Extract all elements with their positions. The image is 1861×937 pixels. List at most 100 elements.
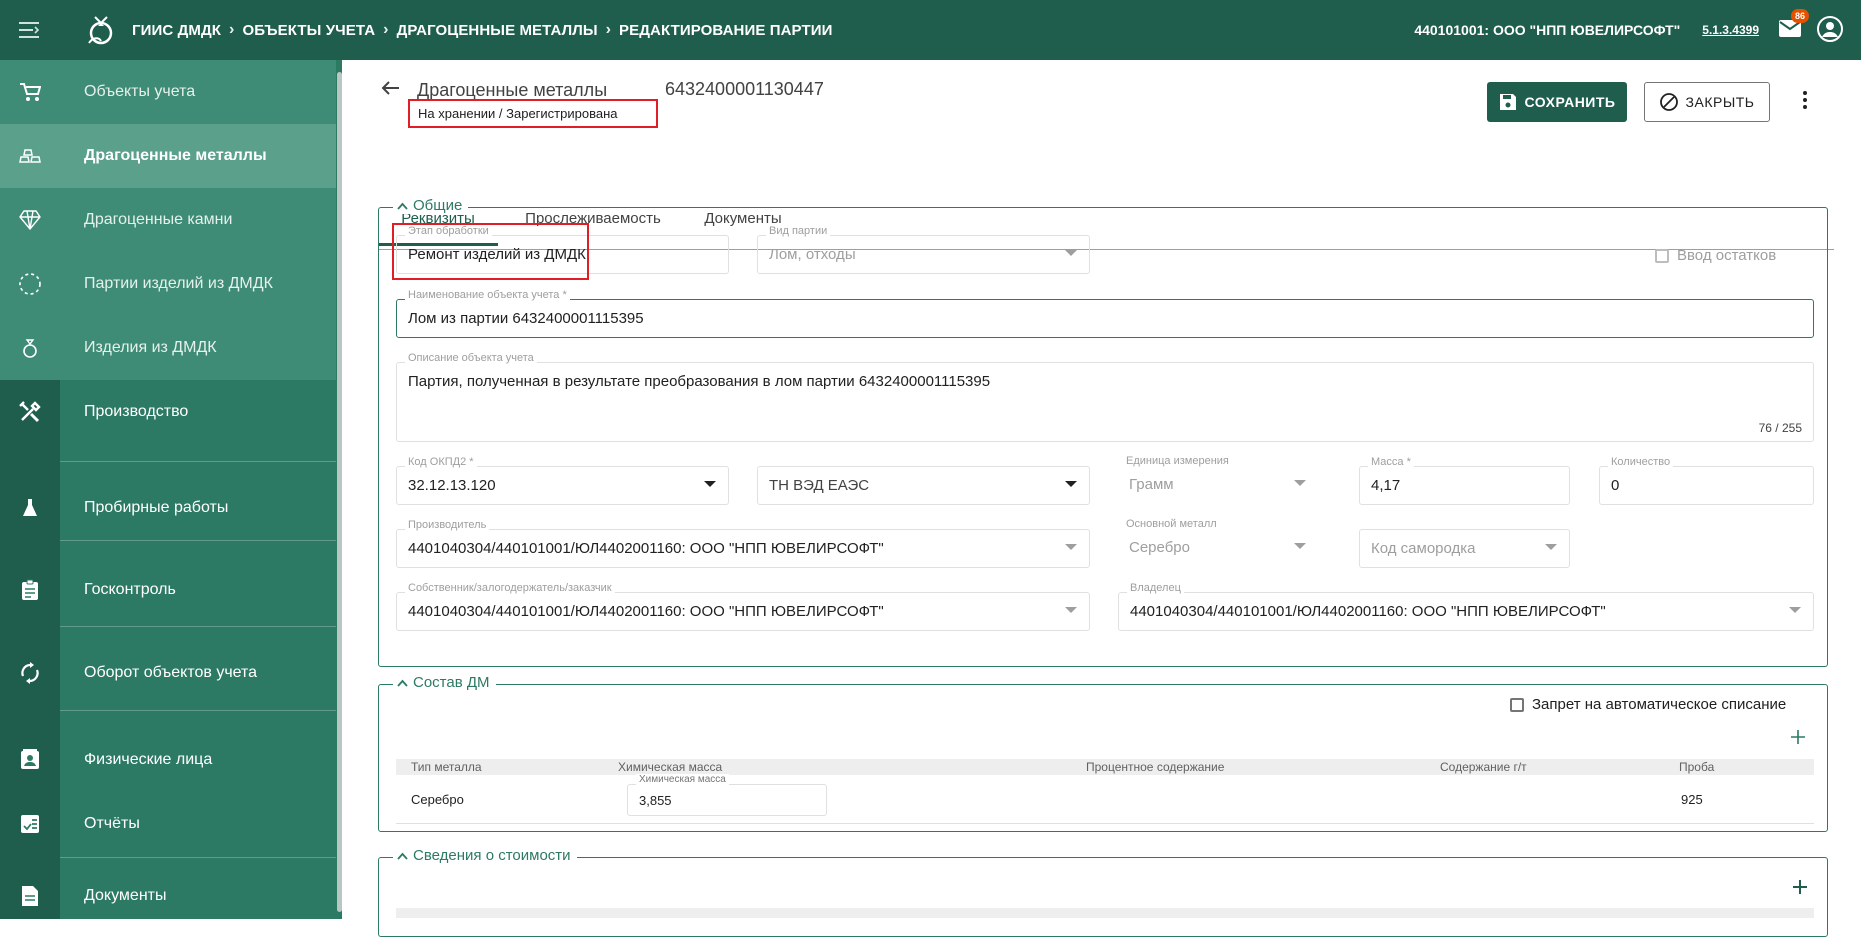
mass-value: 4,17 (1371, 477, 1401, 494)
menu-toggle-icon[interactable] (0, 0, 60, 60)
mass-field[interactable]: Масса * 4,17 (1359, 456, 1570, 505)
sidebar-item-individuals[interactable]: Физические лица (0, 720, 336, 800)
owner-select[interactable]: Собственник/залогодержатель/заказчик 440… (396, 582, 1090, 631)
tools-icon (0, 401, 60, 423)
chevron-right-icon: › (229, 21, 235, 38)
dashed-circle-icon (0, 272, 60, 296)
holder-value: 4401040304/440101001/ЮЛ4402001160: ООО "… (1130, 603, 1606, 620)
close-button-label: ЗАКРЫТЬ (1685, 94, 1755, 110)
more-vert-icon[interactable] (1802, 90, 1808, 115)
batch-type-label: Вид партии (766, 225, 831, 237)
sidebar-item-label: Партии изделий из ДМДК (84, 275, 273, 292)
sidebar-item-label: Оборот объектов учета (84, 664, 258, 681)
okpd2-value: 32.12.13.120 (408, 477, 496, 494)
breadcrumb-app[interactable]: ГИИС ДМДК (132, 22, 221, 39)
sidebar-item-precious-metals[interactable]: Драгоценные металлы (0, 124, 336, 188)
unit-select[interactable]: Единица измерения Грамм (1118, 455, 1318, 505)
cost-table-header (396, 908, 1814, 918)
flask-icon (0, 498, 60, 518)
sidebar-item-items[interactable]: Изделия из ДМДК (0, 316, 336, 380)
nugget-code-select[interactable]: Код самородка (1359, 529, 1570, 568)
main-metal-select[interactable]: Основной металл Серебро (1118, 518, 1318, 568)
object-name-field[interactable]: Наименование объекта учета * Лом из парт… (396, 289, 1814, 338)
sidebar-item-production[interactable]: Производство (0, 380, 336, 444)
version-link[interactable]: 5.1.3.4399 (1702, 23, 1759, 37)
probe-cell: 925 (1681, 792, 1703, 807)
general-section-toggle[interactable]: Общие (393, 197, 469, 214)
mail-button[interactable]: 86 (1779, 9, 1809, 40)
manufacturer-value: 4401040304/440101001/ЮЛ4402001160: ООО "… (408, 540, 884, 557)
quantity-value: 0 (1611, 477, 1620, 494)
dropdown-arrow-icon (1789, 607, 1801, 613)
sync-icon (0, 662, 60, 684)
save-button-label: СОХРАНИТЬ (1524, 94, 1616, 110)
tnved-select[interactable]: ТН ВЭД ЕАЭС (757, 466, 1090, 505)
clipboard-icon (0, 579, 60, 601)
sidebar-item-precious-stones[interactable]: Драгоценные камни (0, 188, 336, 252)
column-header: Процентное содержание (1086, 760, 1225, 774)
nugget-code-placeholder: Код самородка (1371, 540, 1476, 557)
sidebar-item-label: Драгоценные камни (84, 211, 233, 228)
document-icon (0, 885, 60, 907)
composition-table-header: Тип металла Химическая масса Процентное … (396, 759, 1814, 775)
sidebar-item-turnover[interactable]: Оборот объектов учета (0, 628, 336, 718)
sidebar-item-state-control[interactable]: Госконтроль (0, 550, 336, 630)
sidebar-item-label: Физические лица (84, 751, 213, 768)
unit-label: Единица измерения (1126, 455, 1229, 467)
object-description-field[interactable]: Описание объекта учета Партия, полученна… (396, 352, 1814, 442)
dropdown-arrow-icon (1294, 480, 1306, 486)
tnved-placeholder: ТН ВЭД ЕАЭС (769, 477, 870, 494)
description-counter: 76 / 255 (1758, 421, 1802, 435)
sidebar-item-label: Отчёты (84, 815, 140, 832)
auto-writeoff-ban-checkbox[interactable]: Запрет на автоматическое списание (1510, 696, 1786, 713)
column-header: Тип металла (411, 760, 482, 774)
chemical-mass-value: 3,855 (639, 793, 672, 808)
composition-section-toggle[interactable]: Состав ДМ (393, 674, 496, 691)
add-cost-icon[interactable] (1792, 879, 1808, 900)
status-badge: На хранении / Зарегистрирована (408, 99, 658, 128)
cost-section: Сведения о стоимости (378, 847, 1828, 937)
okpd2-select[interactable]: Код ОКПД2 * 32.12.13.120 (396, 456, 729, 505)
breadcrumb-accounting-objects[interactable]: ОБЪЕКТЫ УЧЕТА (242, 22, 375, 39)
unit-value: Грамм (1129, 476, 1174, 493)
dmdk-logo-icon[interactable] (84, 13, 118, 47)
close-button[interactable]: ЗАКРЫТЬ (1644, 82, 1770, 122)
general-section-title: Общие (413, 197, 463, 214)
object-name-value: Лом из партии 6432400001115395 (408, 310, 644, 327)
sidebar-item-accounting-objects[interactable]: Объекты учета (0, 60, 336, 124)
chevron-up-icon (397, 679, 408, 687)
manufacturer-select[interactable]: Производитель 4401040304/440101001/ЮЛ440… (396, 519, 1090, 568)
sidebar: Объекты учета Драгоценные металлы Драгоц… (0, 60, 342, 919)
breadcrumb-precious-metals[interactable]: ДРАГОЦЕННЫЕ МЕТАЛЛЫ (397, 22, 598, 39)
save-icon (1499, 94, 1516, 110)
add-metal-icon[interactable] (1790, 729, 1806, 750)
batch-type-select[interactable]: Вид партии Лом, отходы (757, 225, 1090, 274)
balance-input-checkbox[interactable]: Ввод остатков (1655, 247, 1776, 264)
chemical-mass-label: Химическая масса (636, 774, 729, 785)
ring-icon (0, 337, 60, 359)
holder-label: Владелец (1127, 582, 1184, 594)
manufacturer-label: Производитель (405, 519, 490, 531)
chevron-up-icon (397, 202, 408, 210)
okpd2-label: Код ОКПД2 * (405, 456, 477, 468)
sidebar-item-item-batches[interactable]: Партии изделий из ДМДК (0, 252, 336, 316)
account-icon[interactable] (1817, 15, 1843, 45)
back-arrow-icon[interactable] (380, 80, 400, 101)
save-button[interactable]: СОХРАНИТЬ (1487, 82, 1627, 122)
column-header: Проба (1679, 760, 1715, 774)
sidebar-item-label: Объекты учета (84, 83, 196, 100)
chevron-up-icon (397, 852, 408, 860)
cost-section-toggle[interactable]: Сведения о стоимости (393, 847, 577, 864)
sidebar-item-reports[interactable]: Отчёты (0, 800, 336, 848)
holder-select[interactable]: Владелец 4401040304/440101001/ЮЛ44020011… (1118, 582, 1814, 631)
quantity-field[interactable]: Количество 0 (1599, 456, 1814, 505)
chevron-right-icon: › (605, 21, 612, 38)
owner-value: 4401040304/440101001/ЮЛ4402001160: ООО "… (408, 603, 884, 620)
breadcrumb: ГИИС ДМДК › ОБЪЕКТЫ УЧЕТА › ДРАГОЦЕННЫЕ … (132, 21, 832, 39)
main-metal-label: Основной металл (1126, 518, 1217, 530)
sidebar-item-documents[interactable]: Документы (0, 866, 336, 926)
organization-name[interactable]: 440101001: ООО "НПП ЮВЕЛИРСОФТ" (1414, 22, 1680, 38)
sidebar-item-label: Производство (84, 403, 189, 420)
object-description-label: Описание объекта учета (405, 352, 537, 364)
chemical-mass-field[interactable]: Химическая масса 3,855 (627, 774, 827, 816)
